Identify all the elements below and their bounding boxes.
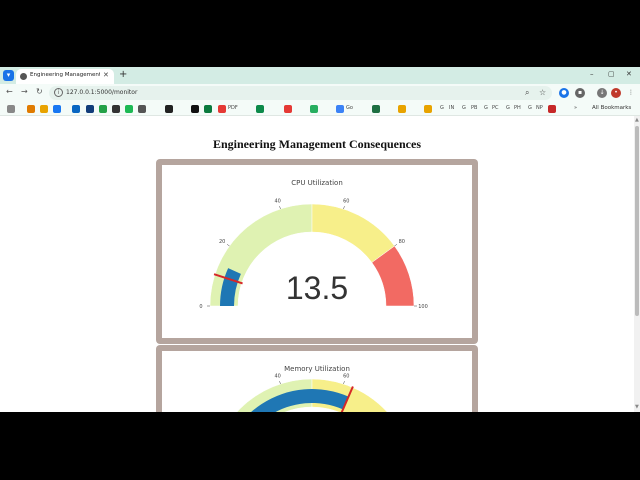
bookmark-label[interactable]: G: [462, 105, 466, 111]
page-scrollbar[interactable]: ▲ ▼: [634, 116, 640, 412]
gauge-tick-label: 60: [343, 373, 349, 379]
minimize-icon[interactable]: –: [590, 70, 594, 78]
bookmark-icon[interactable]: [204, 105, 212, 113]
bookmark-star-icon[interactable]: ☆: [539, 88, 546, 97]
scroll-down-icon[interactable]: ▼: [635, 404, 639, 410]
tab-strip: ▾ Engineering Management Con ✕ + – ▢ ✕: [0, 67, 640, 84]
gauge-tick: [394, 244, 398, 247]
memory-gauge-card: Memory Utilization 40 60: [156, 345, 478, 412]
tab-title: Engineering Management Con: [30, 72, 100, 78]
bookmark-label[interactable]: G: [484, 105, 488, 111]
extensions-puzzle-icon[interactable]: ▪: [575, 88, 585, 98]
scroll-up-icon[interactable]: ▲: [635, 117, 639, 123]
bookmark-label[interactable]: NP: [536, 105, 543, 111]
pdf-icon[interactable]: [218, 105, 226, 113]
bookmarks-bar: PDF Go G IN G PB G PC G PH G NP » All Bo…: [0, 102, 640, 116]
gauge-tick: [226, 244, 230, 247]
github-icon[interactable]: [165, 105, 173, 113]
bookmark-label[interactable]: G: [440, 105, 444, 111]
bookmark-icon[interactable]: [40, 105, 48, 113]
gauge-tick-label: 60: [343, 198, 349, 204]
bookmark-label[interactable]: PB: [471, 105, 477, 111]
bookmark-icon[interactable]: [191, 105, 199, 113]
bookmark-icon[interactable]: [372, 105, 380, 113]
gauge-tick-label: 80: [399, 239, 405, 245]
maximize-icon[interactable]: ▢: [608, 70, 615, 78]
zoom-icon[interactable]: ⌕: [525, 88, 529, 98]
bookmark-icon[interactable]: [424, 105, 432, 113]
gauge-value: 13.5: [285, 270, 349, 306]
address-bar[interactable]: i 127.0.0.1:5000/monitor ⌕ ☆: [49, 86, 552, 100]
apps-icon[interactable]: [7, 105, 15, 113]
cpu-gauge: 02040 6080100: [199, 198, 427, 310]
tab-active[interactable]: Engineering Management Con ✕: [16, 69, 114, 84]
scroll-thumb[interactable]: [635, 126, 639, 316]
bookmark-icon[interactable]: [256, 105, 264, 113]
memory-gauge: 40 60: [236, 373, 388, 412]
bookmark-label[interactable]: G: [506, 105, 510, 111]
bookmark-icon[interactable]: [548, 105, 556, 113]
more-bookmarks-icon[interactable]: »: [574, 105, 577, 111]
extension-icon[interactable]: ●: [559, 88, 569, 98]
gauge-range-band: [311, 203, 395, 263]
site-info-icon[interactable]: i: [54, 88, 63, 97]
bookmark-icon[interactable]: [398, 105, 406, 113]
gauge-tick-label: 40: [275, 198, 281, 204]
url-text[interactable]: 127.0.0.1:5000/monitor: [66, 89, 137, 96]
globe-icon: [20, 73, 27, 80]
browser-window: ▾ Engineering Management Con ✕ + – ▢ ✕ ←…: [0, 67, 640, 412]
bookmark-icon[interactable]: [138, 105, 146, 113]
gauge-tick: [343, 381, 345, 385]
bookmark-label[interactable]: IN: [449, 105, 454, 111]
gauge-tick: [279, 206, 281, 210]
spotify-icon[interactable]: [125, 105, 133, 113]
bookmark-icon[interactable]: [284, 105, 292, 113]
page-content: Engineering Management Consequences CPU …: [0, 116, 634, 412]
gauge-tick-label: 20: [219, 239, 225, 245]
bookmark-icon[interactable]: [86, 105, 94, 113]
bookmark-icon[interactable]: [27, 105, 35, 113]
bookmark-label[interactable]: PDF: [228, 105, 238, 111]
bookmark-label[interactable]: PH: [514, 105, 521, 111]
menu-icon[interactable]: ⋮: [626, 88, 636, 98]
close-icon[interactable]: ✕: [103, 71, 109, 79]
linkedin-icon[interactable]: [72, 105, 80, 113]
reload-icon[interactable]: ↻: [36, 87, 43, 96]
page-title: Engineering Management Consequences: [213, 137, 421, 151]
back-icon[interactable]: ←: [6, 87, 13, 96]
bookmark-icon[interactable]: [99, 105, 107, 113]
bookmark-icon[interactable]: [336, 105, 344, 113]
close-window-icon[interactable]: ✕: [626, 70, 632, 78]
tab-search-icon[interactable]: ▾: [3, 70, 14, 81]
cpu-gauge-card: CPU Utilization 0 20 40 60 80 100 13.5: [156, 159, 478, 344]
browser-toolbar: ← → ↻ i 127.0.0.1:5000/monitor ⌕ ☆ ● ▪ ↓…: [0, 84, 640, 102]
bookmark-label[interactable]: PC: [492, 105, 499, 111]
forward-icon[interactable]: →: [21, 87, 28, 96]
bookmark-label[interactable]: G: [528, 105, 532, 111]
facebook-icon[interactable]: [53, 105, 61, 113]
bookmark-icon[interactable]: [310, 105, 318, 113]
new-tab-icon[interactable]: +: [119, 69, 127, 81]
gauge-tick-label: 40: [275, 373, 281, 379]
all-bookmarks[interactable]: All Bookmarks: [592, 105, 631, 111]
profile-avatar[interactable]: •: [611, 88, 621, 98]
bookmark-icon[interactable]: [112, 105, 120, 113]
download-icon[interactable]: ↓: [597, 88, 607, 98]
gauge-tick: [343, 206, 345, 210]
gauge-tick: [279, 381, 281, 385]
bookmark-label[interactable]: Go: [346, 105, 353, 111]
